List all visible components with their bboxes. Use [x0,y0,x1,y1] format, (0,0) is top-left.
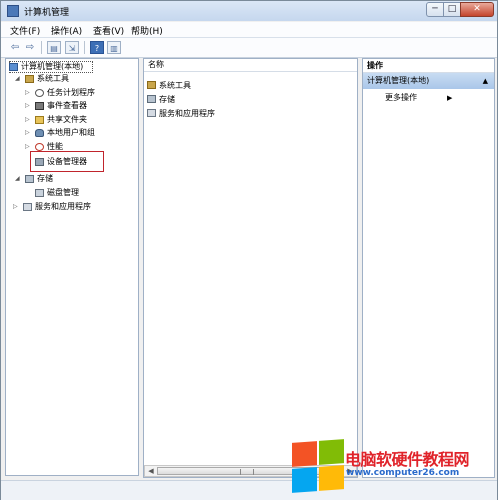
close-icon: ✕ [473,4,481,14]
expand-arrow-icon[interactable]: ▷ [25,114,30,126]
results-pane[interactable]: 名称 [143,58,358,478]
more-actions-item[interactable]: 更多操作 ▶ [385,92,452,104]
export-list-button[interactable]: ⇲ [65,41,79,54]
watermark: 电脑软硬件教程网 www.computer26.com [292,439,498,500]
more-actions-label: 更多操作 [385,93,417,102]
computer-management-window: 计算机管理 ─ □ ✕ 文件(F) 操作(A) 查看(V) 帮助(H) ⇦ ⇨ … [0,0,498,500]
watermark-url: www.computer26.com [346,468,460,478]
tree-label: 存储 [37,174,53,183]
menu-bar: 文件(F) 操作(A) 查看(V) 帮助(H) [1,22,497,38]
menu-view[interactable]: 查看(V) [93,24,124,37]
actions-section-label: 计算机管理(本地) [367,76,430,85]
title-bar[interactable]: 计算机管理 ─ □ ✕ [1,1,497,21]
expand-arrow-icon[interactable]: ▷ [13,201,18,213]
menu-help[interactable]: 帮助(H) [131,24,163,37]
device-manager-icon [35,158,44,166]
scroll-left-icon[interactable]: ◀ [145,466,157,476]
grip-icon [240,469,254,475]
maximize-button[interactable]: □ [443,2,461,17]
list-item-label: 存储 [159,95,175,104]
properties-icon: ▥ [110,44,118,53]
close-button[interactable]: ✕ [460,2,494,17]
collapse-arrow-icon: ▲ [482,77,488,85]
submenu-arrow-icon: ▶ [447,94,453,102]
window-title: 计算机管理 [24,8,70,18]
event-viewer-icon [35,102,44,110]
tree-label: 共享文件夹 [47,115,87,124]
name-column-header[interactable]: 名称 [144,59,357,72]
actions-pane: 操作 计算机管理(本地) ▲ 更多操作 ▶ [362,58,495,478]
menu-file[interactable]: 文件(F) [10,24,40,37]
tools-icon [147,81,156,89]
menu-action[interactable]: 操作(A) [51,24,82,37]
expand-arrow-icon[interactable]: ▷ [25,141,30,153]
minimize-icon: ─ [432,4,438,14]
storage-icon [147,95,156,103]
clock-icon [35,89,44,97]
tools-icon [25,75,34,83]
name-column-label: 名称 [148,60,164,69]
collapse-arrow-icon[interactable]: ◢ [15,173,20,185]
list-item-label: 系统工具 [159,81,191,90]
console-tree-icon: ▤ [50,44,58,53]
toolbar: ⇦ ⇨ ▤ ⇲ ? ▥ [1,38,497,58]
list-item-label: 服务和应用程序 [159,109,215,118]
help-icon: ? [94,44,100,53]
services-icon [23,203,32,211]
services-icon [147,109,156,117]
collapse-arrow-icon[interactable]: ◢ [15,73,20,85]
users-icon [35,129,44,137]
actions-header: 操作 [363,59,494,73]
arrow-left-icon: ⇦ [10,42,20,53]
toolbar-separator [41,41,42,54]
tree-label: 任务计划程序 [47,88,95,97]
minimize-button[interactable]: ─ [426,2,444,17]
tree-label: 本地用户和组 [47,128,95,137]
computer-icon [9,63,18,71]
shared-folder-icon [35,116,44,124]
toolbar-separator [84,41,85,54]
performance-icon [35,143,44,151]
properties-button[interactable]: ▥ [107,41,121,54]
tree-label: 计算机管理(本地) [21,62,84,71]
disk-icon [35,189,44,197]
arrow-right-icon: ⇨ [25,42,35,53]
tree-label: 事件查看器 [47,101,87,110]
back-button[interactable]: ⇦ [9,41,21,54]
windows-logo-icon [292,439,346,494]
show-hide-console-tree-button[interactable]: ▤ [47,41,61,54]
maximize-icon: □ [447,4,457,14]
tree-label: 服务和应用程序 [35,202,91,211]
watermark-title: 电脑软硬件教程网 [345,450,470,469]
expand-arrow-icon[interactable]: ▷ [25,100,30,112]
expand-arrow-icon[interactable]: ▷ [25,127,30,139]
forward-button[interactable]: ⇨ [24,41,36,54]
tree-label: 设备管理器 [47,157,87,166]
actions-header-label: 操作 [367,61,383,70]
actions-section-computer-management[interactable]: 计算机管理(本地) ▲ [363,73,494,89]
help-button[interactable]: ? [90,41,104,54]
export-icon: ⇲ [68,44,76,53]
tree-label: 磁盘管理 [47,188,79,197]
computer-management-icon [7,5,19,17]
storage-icon [25,175,34,183]
tree-label: 系统工具 [37,74,69,83]
expand-arrow-icon[interactable]: ▷ [25,87,30,99]
